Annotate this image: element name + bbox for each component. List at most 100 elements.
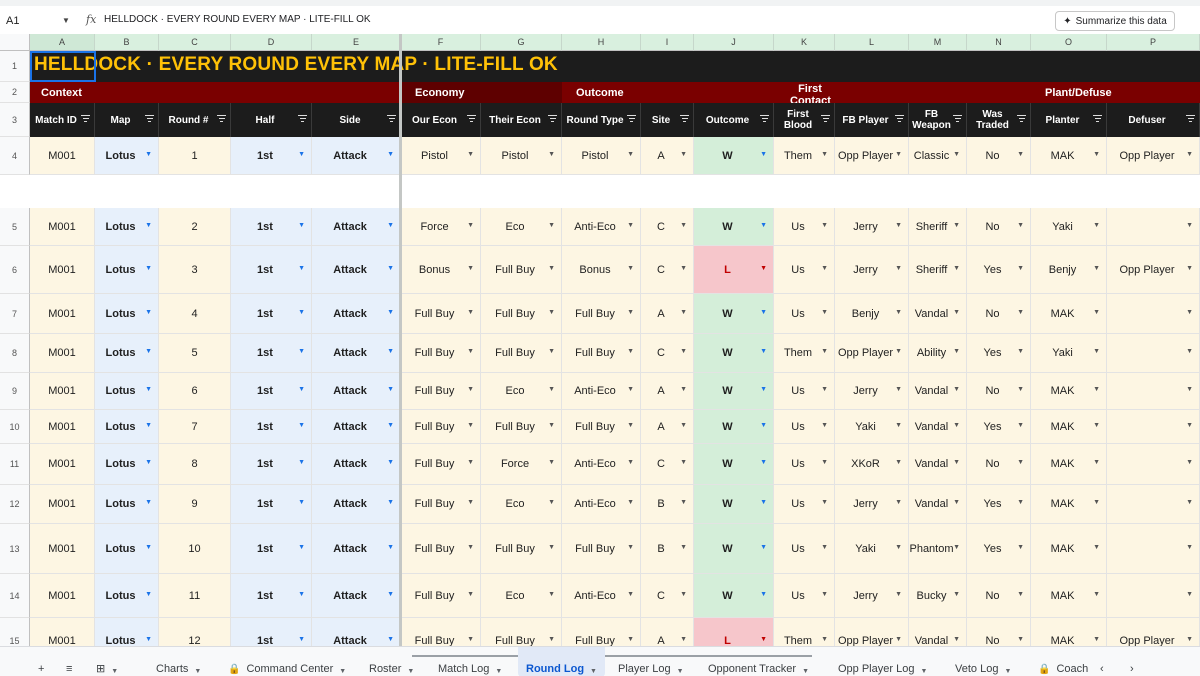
tab-opponent-tracker[interactable]: Opponent Tracker ▼ (708, 647, 809, 676)
chevron-down-icon[interactable]: ▼ (548, 422, 555, 429)
chevron-down-icon[interactable]: ▼ (627, 151, 634, 158)
cell-e8[interactable]: Attack ▼ (312, 334, 401, 373)
column-title-half[interactable]: Half (231, 103, 312, 137)
chevron-down-icon[interactable]: ▼ (1093, 636, 1100, 643)
cell-e7[interactable]: Attack ▼ (312, 294, 401, 334)
chevron-down-icon[interactable]: ▼ (495, 668, 502, 675)
column-header-h[interactable]: H (562, 34, 641, 51)
chevron-down-icon[interactable]: ▼ (760, 222, 767, 229)
chevron-down-icon[interactable]: ▼ (1186, 386, 1193, 393)
cell-g6[interactable]: Full Buy ▼ (481, 246, 562, 294)
chevron-down-icon[interactable]: ▼ (298, 459, 305, 466)
column-title-fb-player[interactable]: FB Player (835, 103, 909, 137)
cell-c15[interactable]: 12 (159, 618, 231, 646)
tab-coach[interactable]: 🔒 Coach (1038, 647, 1088, 676)
chevron-down-icon[interactable]: ▼ (821, 386, 828, 393)
chevron-down-icon[interactable]: ▼ (895, 309, 902, 316)
cell-p14[interactable]: ▼ (1107, 574, 1200, 618)
cell-c8[interactable]: 5 (159, 334, 231, 373)
chevron-down-icon[interactable]: ▼ (953, 265, 960, 272)
chevron-down-icon[interactable]: ▼ (548, 636, 555, 643)
cell-f14[interactable]: Full Buy ▼ (401, 574, 481, 618)
cell-f5[interactable]: Force ▼ (401, 208, 481, 246)
chevron-down-icon[interactable]: ▼ (680, 591, 687, 598)
column-title-our-econ[interactable]: Our Econ (401, 103, 481, 137)
chevron-down-icon[interactable]: ▼ (1093, 544, 1100, 551)
chevron-down-icon[interactable]: ▼ (298, 348, 305, 355)
chevron-down-icon[interactable]: ▼ (821, 348, 828, 355)
cell-n14[interactable]: No ▼ (967, 574, 1031, 618)
cell-n8[interactable]: Yes ▼ (967, 334, 1031, 373)
cell-n12[interactable]: Yes ▼ (967, 485, 1031, 524)
cell-o12[interactable]: MAK ▼ (1031, 485, 1107, 524)
chevron-down-icon[interactable]: ▼ (821, 222, 828, 229)
column-header-c[interactable]: C (159, 34, 231, 51)
cell-o5[interactable]: Yaki ▼ (1031, 208, 1107, 246)
column-header-o[interactable]: O (1031, 34, 1107, 51)
column-title-fb-weapon[interactable]: FB Weapon (909, 103, 967, 137)
cell-g9[interactable]: Eco ▼ (481, 373, 562, 410)
filter-icon[interactable] (1017, 115, 1026, 124)
column-title-was-traded[interactable]: Was Traded (967, 103, 1031, 137)
cell-k7[interactable]: Us ▼ (774, 294, 835, 334)
cell-l11[interactable]: XKoR ▼ (835, 444, 909, 485)
chevron-down-icon[interactable]: ▼ (387, 459, 394, 466)
column-title-map[interactable]: Map (95, 103, 159, 137)
chevron-down-icon[interactable]: ▼ (680, 265, 687, 272)
column-title-outcome[interactable]: Outcome (694, 103, 774, 137)
cell-c5[interactable]: 2 (159, 208, 231, 246)
cell-m12[interactable]: Vandal ▼ (909, 485, 967, 524)
cell-b9[interactable]: Lotus ▼ (95, 373, 159, 410)
chevron-down-icon[interactable]: ▼ (953, 591, 960, 598)
chevron-down-icon[interactable]: ▼ (467, 459, 474, 466)
cell-h8[interactable]: Full Buy ▼ (562, 334, 641, 373)
chevron-down-icon[interactable]: ▼ (548, 309, 555, 316)
chevron-down-icon[interactable]: ▼ (1017, 222, 1024, 229)
filter-icon[interactable] (217, 115, 226, 124)
cell-n4[interactable]: No ▼ (967, 137, 1031, 175)
row-header-8[interactable]: 8 (0, 334, 30, 373)
cell-j13[interactable]: W ▼ (694, 524, 774, 574)
chevron-down-icon[interactable]: ▼ (1017, 348, 1024, 355)
cell-a13[interactable]: M001 (30, 524, 95, 574)
cell-k12[interactable]: Us ▼ (774, 485, 835, 524)
cell-d5[interactable]: 1st ▼ (231, 208, 312, 246)
cell-d10[interactable]: 1st ▼ (231, 410, 312, 444)
cell-f4[interactable]: Pistol ▼ (401, 137, 481, 175)
cell-a8[interactable]: M001 (30, 334, 95, 373)
cell-o15[interactable]: MAK ▼ (1031, 618, 1107, 646)
cell-j5[interactable]: W ▼ (694, 208, 774, 246)
chevron-down-icon[interactable]: ▼ (298, 422, 305, 429)
chevron-down-icon[interactable]: ▼ (895, 386, 902, 393)
cell-c7[interactable]: 4 (159, 294, 231, 334)
cell-d12[interactable]: 1st ▼ (231, 485, 312, 524)
cell-l15[interactable]: Opp Player ▼ (835, 618, 909, 646)
cell-p10[interactable]: ▼ (1107, 410, 1200, 444)
row-header-13[interactable]: 13 (0, 524, 30, 574)
cell-d8[interactable]: 1st ▼ (231, 334, 312, 373)
chevron-down-icon[interactable]: ▼ (387, 499, 394, 506)
cell-b8[interactable]: Lotus ▼ (95, 334, 159, 373)
chevron-down-icon[interactable]: ▼ (627, 422, 634, 429)
chevron-down-icon[interactable]: ▼ (627, 222, 634, 229)
column-title-their-econ[interactable]: Their Econ (481, 103, 562, 137)
chevron-down-icon[interactable]: ▼ (1186, 309, 1193, 316)
cell-m13[interactable]: Phantom ▼ (909, 524, 967, 574)
column-header-d[interactable]: D (231, 34, 312, 51)
filter-icon[interactable] (548, 115, 557, 124)
cell-e9[interactable]: Attack ▼ (312, 373, 401, 410)
chevron-down-icon[interactable]: ▼ (1017, 544, 1024, 551)
section-outcome[interactable]: Outcome (562, 82, 774, 103)
column-header-i[interactable]: I (641, 34, 694, 51)
cell-o9[interactable]: MAK ▼ (1031, 373, 1107, 410)
cell-j8[interactable]: W ▼ (694, 334, 774, 373)
chevron-down-icon[interactable]: ▼ (821, 151, 828, 158)
cell-h11[interactable]: Anti-Eco ▼ (562, 444, 641, 485)
chevron-down-icon[interactable]: ▼ (760, 499, 767, 506)
cell-j6[interactable]: L ▼ (694, 246, 774, 294)
cell-p5[interactable]: ▼ (1107, 208, 1200, 246)
cell-f13[interactable]: Full Buy ▼ (401, 524, 481, 574)
chevron-down-icon[interactable]: ▼ (821, 499, 828, 506)
chevron-down-icon[interactable]: ▼ (467, 309, 474, 316)
select-all-corner[interactable] (0, 34, 30, 51)
